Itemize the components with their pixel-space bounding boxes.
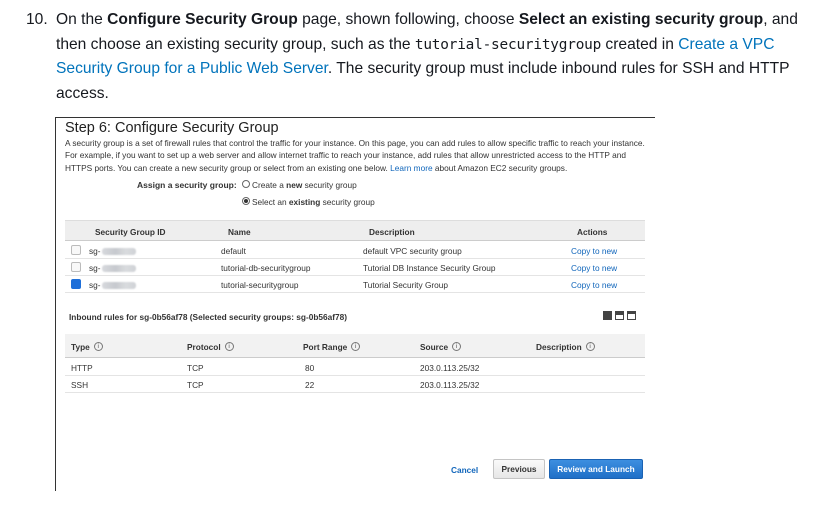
sg-description: default VPC security group	[363, 246, 462, 256]
table-row[interactable]: sg- tutorial-db-securitygroup Tutorial D…	[65, 259, 645, 276]
rule-source: 203.0.113.25/32	[420, 380, 480, 390]
redacted-id	[101, 265, 136, 273]
col-name[interactable]: Name	[228, 227, 251, 237]
inbound-rules-header: Type i Protocol i Port Range i Source i Desc…	[65, 334, 645, 358]
create-new-sg-label[interactable]: Create a new security group	[252, 180, 357, 190]
col-source: Source i	[420, 342, 462, 352]
rule-source: 203.0.113.25/32	[420, 363, 480, 373]
instruction-step: 10. On the Configure Security Group page…	[26, 8, 826, 106]
security-group-table-header: Security Group ID Name Description Actio…	[65, 220, 645, 241]
row-checkbox[interactable]	[71, 262, 81, 272]
step-text: On the Configure Security Group page, sh…	[56, 8, 826, 106]
row-checkbox-checked[interactable]	[71, 279, 81, 289]
inbound-rules-title: Inbound rules for sg-0b56af78 (Selected …	[69, 312, 348, 322]
radio-label-part: security group	[302, 180, 357, 190]
col-description[interactable]: Description	[369, 227, 415, 237]
copy-to-new-link[interactable]: Copy to new	[571, 246, 617, 256]
sg-id-prefix: sg-	[89, 246, 101, 256]
select-existing-sg-radio[interactable]	[242, 197, 250, 205]
wizard-description-tail: about Amazon EC2 security groups.	[434, 162, 568, 173]
sg-name: tutorial-securitygroup	[221, 280, 299, 290]
table-row-selected[interactable]: sg- tutorial-securitygroup Tutorial Secu…	[65, 276, 645, 293]
rule-port: 80	[305, 363, 315, 373]
radio-label-bold: new	[286, 180, 303, 190]
info-icon[interactable]: i	[224, 342, 234, 351]
step-bold-option: Select an existing security group	[518, 11, 764, 28]
col-type: Type i	[71, 342, 103, 352]
info-icon[interactable]: i	[452, 342, 462, 351]
col-security-group-id[interactable]: Security Group ID	[95, 227, 166, 237]
copy-to-new-link[interactable]: Copy to new	[571, 263, 617, 273]
step-text-part: On the	[56, 11, 108, 28]
row-checkbox[interactable]	[71, 245, 81, 255]
radio-label-bold: existing	[288, 197, 321, 207]
panel-view-toggles	[603, 311, 639, 329]
rule-protocol: TCP	[187, 363, 204, 373]
col-rule-description: Description i	[536, 342, 595, 352]
sg-description: Tutorial DB Instance Security Group	[363, 263, 496, 273]
table-row: SSH TCP 22 203.0.113.25/32	[65, 376, 645, 393]
step-number: 10.	[26, 11, 48, 28]
step-text-part: page, shown following, choose	[297, 11, 519, 28]
create-new-sg-radio[interactable]	[242, 180, 250, 188]
radio-label-part: Select an	[252, 197, 289, 207]
review-and-launch-button[interactable]: Review and Launch	[549, 459, 643, 479]
sg-name: tutorial-db-securitygroup	[221, 263, 311, 273]
col-source-label: Source	[420, 342, 449, 352]
view-split-icon[interactable]	[615, 311, 624, 320]
col-actions: Actions	[577, 227, 608, 237]
sg-id-prefix: sg-	[89, 280, 101, 290]
step-bold-page-name: Configure Security Group	[107, 11, 298, 28]
learn-more-link[interactable]: Learn more	[390, 163, 432, 173]
col-port-range-label: Port Range	[303, 342, 348, 352]
info-icon[interactable]: i	[585, 342, 595, 351]
security-group-id: sg-	[89, 246, 136, 256]
copy-to-new-link[interactable]: Copy to new	[571, 280, 617, 290]
sg-description: Tutorial Security Group	[363, 280, 448, 290]
col-protocol: Protocol i	[187, 342, 234, 352]
redacted-id	[101, 282, 136, 290]
rule-type: SSH	[71, 380, 89, 390]
rule-port: 22	[305, 380, 315, 390]
previous-button[interactable]: Previous	[493, 459, 545, 479]
step-text-part: created in	[601, 35, 679, 53]
console-screenshot: Step 6: Configure Security Group A secur…	[55, 117, 655, 491]
view-collapsed-icon[interactable]	[627, 311, 636, 320]
step-code-security-group: tutorial-securitygroup	[414, 36, 602, 53]
select-existing-sg-label[interactable]: Select an existing security group	[252, 197, 375, 207]
redacted-id	[101, 248, 136, 256]
sg-name: default	[221, 246, 246, 256]
assign-security-group-label: Assign a security group:	[137, 180, 237, 190]
rule-type: HTTP	[71, 363, 93, 373]
radio-label-part: security group	[320, 197, 375, 207]
cancel-button[interactable]: Cancel	[451, 461, 478, 479]
security-group-id: sg-	[89, 280, 136, 290]
sg-id-prefix: sg-	[89, 263, 101, 273]
col-protocol-label: Protocol	[187, 342, 221, 352]
info-icon[interactable]: i	[93, 342, 103, 351]
col-type-label: Type	[71, 342, 90, 352]
col-port-range: Port Range i	[303, 342, 361, 352]
view-full-icon[interactable]	[603, 311, 612, 320]
security-group-id: sg-	[89, 263, 136, 273]
wizard-description: A security group is a set of firewall ru…	[65, 137, 650, 174]
col-rule-description-label: Description	[536, 342, 582, 352]
rule-protocol: TCP	[187, 380, 204, 390]
table-row: HTTP TCP 80 203.0.113.25/32	[65, 359, 645, 376]
wizard-step-title: Step 6: Configure Security Group	[65, 120, 279, 136]
radio-label-part: Create a	[252, 180, 287, 190]
screenshot-border	[55, 117, 56, 491]
screenshot-border	[55, 117, 655, 118]
info-icon[interactable]: i	[351, 342, 361, 351]
table-row[interactable]: sg- default default VPC security group C…	[65, 242, 645, 259]
